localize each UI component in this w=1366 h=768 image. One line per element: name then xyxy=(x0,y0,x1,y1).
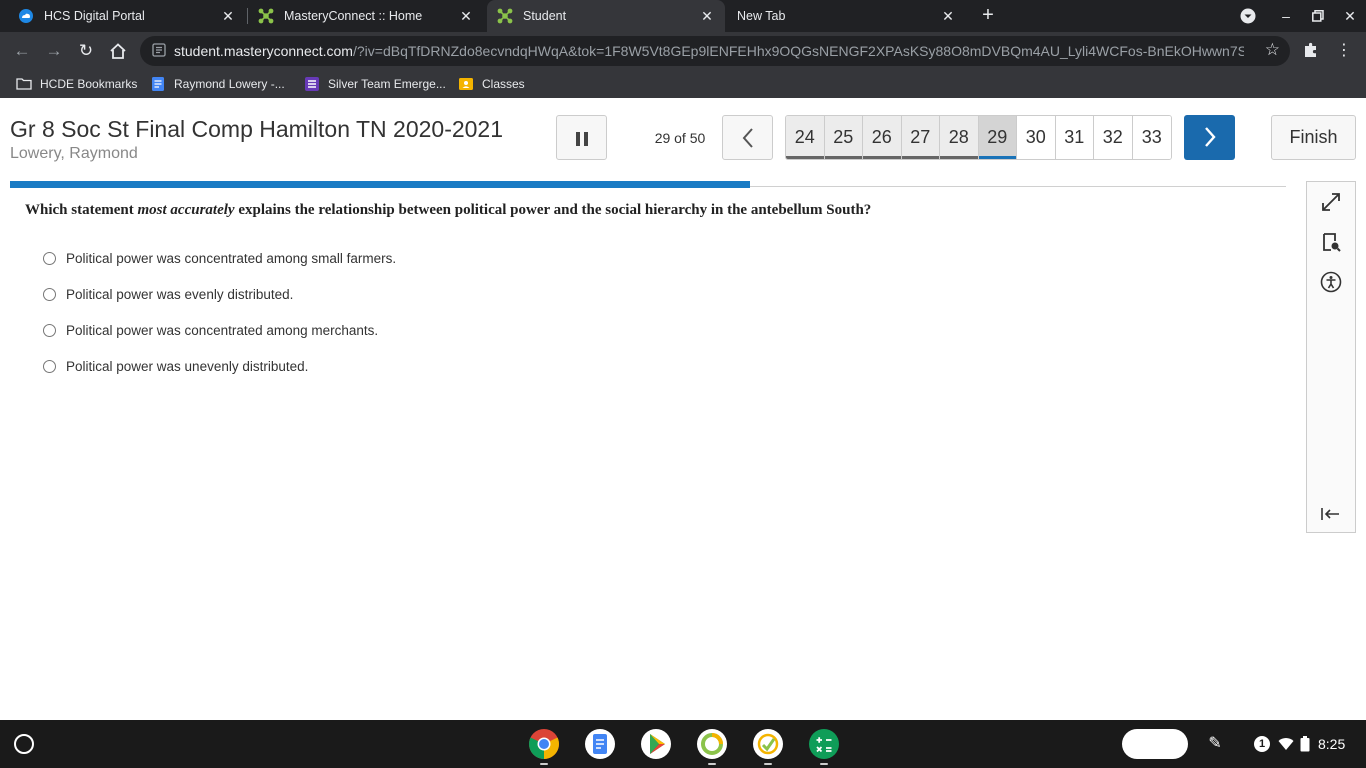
browser-toolbar: ← → ↻ student.masteryconnect.com/?iv=dBq… xyxy=(0,32,1366,70)
close-icon[interactable]: ✕ xyxy=(456,8,476,25)
finish-button[interactable]: Finish xyxy=(1271,115,1356,160)
bookmarks-bar: HCDE Bookmarks Raymond Lowery -... Silve… xyxy=(0,70,1366,98)
tab-label: New Tab xyxy=(737,9,786,23)
app-running-indicator xyxy=(708,763,716,765)
question-nav-item[interactable]: 27 xyxy=(901,116,940,159)
tab-strip: HCS Digital Portal ✕ MasteryConnect :: H… xyxy=(0,0,1366,32)
bookmark-star-icon[interactable]: ☆ xyxy=(1265,40,1280,60)
answer-option-c[interactable]: Political power was concentrated among m… xyxy=(43,323,378,338)
google-classroom-icon xyxy=(459,78,473,90)
pause-button[interactable] xyxy=(556,115,607,160)
virtual-desk-switcher[interactable] xyxy=(1122,729,1188,759)
radio-button[interactable] xyxy=(43,252,56,265)
question-nav-item[interactable]: 30 xyxy=(1017,116,1056,159)
clock: 8:25 xyxy=(1318,736,1346,752)
battery-icon xyxy=(1300,736,1310,752)
tab-hcs-digital-portal[interactable]: HCS Digital Portal ✕ xyxy=(0,0,246,32)
question-nav-item[interactable]: 33 xyxy=(1132,116,1171,159)
tab-label: MasteryConnect :: Home xyxy=(284,9,423,23)
progress-bar xyxy=(10,181,750,188)
expand-icon[interactable] xyxy=(1319,190,1343,214)
cloud-icon xyxy=(19,9,33,23)
masteryconnect-icon xyxy=(258,8,274,24)
question-nav-item[interactable]: 29 xyxy=(978,116,1017,159)
url-text: student.masteryconnect.com/?iv=dBqTfDRNZ… xyxy=(174,43,1244,59)
answer-option-d[interactable]: Political power was unevenly distributed… xyxy=(43,359,308,374)
restore-icon[interactable] xyxy=(1306,4,1330,28)
student-name: Lowery, Raymond xyxy=(10,145,138,162)
question-nav-item[interactable]: 32 xyxy=(1094,116,1133,159)
more-menu-icon[interactable]: ⋮ xyxy=(1336,40,1352,62)
notification-count-badge: 1 xyxy=(1254,736,1270,752)
pause-icon xyxy=(576,132,580,146)
close-icon[interactable]: ✕ xyxy=(697,8,717,25)
app-running-indicator xyxy=(764,763,772,765)
app-running-indicator xyxy=(820,763,828,765)
folder-icon xyxy=(16,78,32,90)
bookmark-folder-hcde[interactable]: HCDE Bookmarks xyxy=(16,76,137,92)
accessibility-icon[interactable] xyxy=(1319,270,1343,294)
chrome-icon[interactable] xyxy=(528,728,560,760)
pause-icon xyxy=(584,132,588,146)
question-nav-item[interactable]: 31 xyxy=(1055,116,1094,159)
question-navigator: 24 25 26 27 28 29 30 31 32 33 xyxy=(785,115,1172,160)
next-question-button[interactable] xyxy=(1184,115,1235,160)
os-shelf: ✎ 1 8:25 xyxy=(0,720,1366,768)
google-docs-icon[interactable] xyxy=(584,728,616,760)
close-icon[interactable]: ✕ xyxy=(938,8,958,25)
collapse-panel-icon[interactable] xyxy=(1319,502,1343,526)
window-close-icon[interactable]: ✕ xyxy=(1338,4,1362,28)
site-info-icon[interactable] xyxy=(152,43,166,57)
list-icon xyxy=(305,77,319,91)
radio-button[interactable] xyxy=(43,360,56,373)
home-icon[interactable] xyxy=(106,39,130,63)
radio-button[interactable] xyxy=(43,324,56,337)
tab-masteryconnect-home[interactable]: MasteryConnect :: Home ✕ xyxy=(248,0,484,32)
tab-new-tab[interactable]: New Tab ✕ xyxy=(726,0,966,32)
back-arrow-icon[interactable]: ← xyxy=(10,39,34,63)
chevron-right-icon xyxy=(1204,127,1216,147)
bookmark-silver-team[interactable]: Silver Team Emerge... xyxy=(304,76,446,92)
play-store-icon[interactable] xyxy=(640,728,672,760)
question-nav-item[interactable]: 24 xyxy=(786,116,825,159)
page-title: Gr 8 Soc St Final Comp Hamilton TN 2020-… xyxy=(10,116,504,142)
close-icon[interactable]: ✕ xyxy=(218,8,238,25)
extensions-puzzle-icon[interactable] xyxy=(1302,39,1322,61)
tab-search-icon[interactable] xyxy=(1236,4,1260,28)
minimize-icon[interactable]: – xyxy=(1274,4,1298,28)
chevron-left-icon xyxy=(742,128,753,148)
question-counter: 29 of 50 xyxy=(654,130,706,146)
status-tray[interactable]: 1 8:25 xyxy=(1240,728,1360,760)
bookmark-raymond-lowery[interactable]: Raymond Lowery -... xyxy=(150,76,285,92)
answer-option-a[interactable]: Political power was concentrated among s… xyxy=(43,251,396,266)
stylus-pen-icon[interactable]: ✎ xyxy=(1204,733,1226,755)
tab-student[interactable]: Student ✕ xyxy=(487,0,725,32)
question-nav-item[interactable]: 26 xyxy=(863,116,902,159)
question-nav-item[interactable]: 28 xyxy=(940,116,979,159)
calculator-icon[interactable] xyxy=(808,728,840,760)
radio-button[interactable] xyxy=(43,288,56,301)
app-ring-icon[interactable] xyxy=(696,728,728,760)
tools-sidebar xyxy=(1306,181,1356,533)
answer-option-b[interactable]: Political power was evenly distributed. xyxy=(43,287,293,302)
new-tab-plus-icon[interactable]: + xyxy=(976,4,1000,28)
question-nav-item[interactable]: 25 xyxy=(824,116,863,159)
tab-label: HCS Digital Portal xyxy=(44,9,145,23)
launcher-icon[interactable] xyxy=(14,734,34,754)
question-text: Which statement most accurately explains… xyxy=(25,202,872,218)
masteryconnect-icon xyxy=(497,8,513,24)
reload-icon[interactable]: ↻ xyxy=(74,39,98,63)
wifi-icon xyxy=(1278,738,1294,750)
address-bar[interactable]: student.masteryconnect.com/?iv=dBqTfDRNZ… xyxy=(140,36,1290,66)
forward-arrow-icon[interactable]: → xyxy=(42,39,66,63)
reference-magnifier-icon[interactable] xyxy=(1319,230,1343,254)
google-docs-icon xyxy=(152,77,164,91)
tab-label: Student xyxy=(523,9,567,23)
app-running-indicator xyxy=(540,763,548,765)
masteryconnect-app-icon[interactable] xyxy=(752,728,784,760)
previous-question-button[interactable] xyxy=(722,115,773,160)
assessment-page: Gr 8 Soc St Final Comp Hamilton TN 2020-… xyxy=(0,98,1366,720)
bookmark-classes[interactable]: Classes xyxy=(458,76,525,92)
